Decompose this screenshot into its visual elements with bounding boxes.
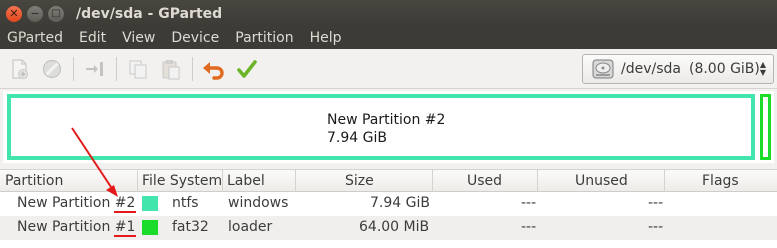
maximize-icon: □ [51, 7, 61, 19]
close-icon: ✕ [9, 7, 19, 20]
resize-move-button[interactable] [81, 55, 109, 83]
column-header-partition[interactable]: Partition [5, 173, 63, 189]
menu-help[interactable]: Help [302, 30, 350, 46]
column-divider [222, 170, 223, 192]
chevron-updown-icon: ▲ ▼ [759, 60, 766, 77]
partition-unused: --- [648, 219, 664, 235]
hard-disk-icon [592, 59, 614, 79]
column-header-unused[interactable]: Unused [575, 173, 628, 189]
toolbar-separator [192, 56, 193, 81]
red-underline-annotation [113, 235, 137, 237]
partition-used: --- [521, 195, 537, 211]
filesystem: ntfs [172, 195, 199, 211]
partition-graphic-1[interactable] [760, 94, 771, 160]
menu-bar: GParted Edit View Device Partition Help [0, 27, 777, 49]
paste-icon [162, 59, 180, 79]
column-divider [432, 170, 433, 192]
new-partition-icon [12, 58, 28, 79]
filesystem-color-swatch [142, 196, 158, 211]
undo-icon [203, 61, 224, 80]
toolbar-separator [73, 56, 74, 81]
column-header-flags[interactable]: Flags [702, 173, 739, 189]
copy-icon [129, 60, 147, 78]
device-path: /dev/sda [621, 61, 681, 77]
red-underline-annotation [113, 211, 137, 213]
menu-view[interactable]: View [114, 30, 163, 46]
menu-partition[interactable]: Partition [227, 30, 301, 46]
partition-size: 64.00 MiB [359, 219, 430, 235]
minimize-window-button[interactable]: − [27, 5, 43, 22]
column-header-size[interactable]: Size [345, 173, 374, 189]
toolbar: /dev/sda (8.00 GiB) ▲ ▼ [0, 49, 777, 89]
menu-device[interactable]: Device [163, 30, 227, 46]
disk-visualization: New Partition #2 7.94 GiB [3, 91, 774, 163]
partition-used: --- [521, 219, 537, 235]
delete-partition-button[interactable] [38, 55, 66, 83]
apply-button[interactable] [233, 55, 261, 83]
partition-name: New Partition #1 [17, 219, 137, 237]
column-divider [295, 170, 296, 192]
partition-graphic-2[interactable]: New Partition #2 7.94 GiB [7, 94, 755, 160]
column-header-used[interactable]: Used [467, 173, 502, 189]
copy-button[interactable] [124, 55, 152, 83]
title-bar: ✕ − □ /dev/sda - GParted [0, 0, 777, 27]
filesystem: fat32 [172, 219, 209, 235]
device-selector[interactable]: /dev/sda (8.00 GiB) ▲ ▼ [582, 54, 774, 84]
device-size: (8.00 GiB) [688, 61, 760, 77]
minimize-icon: − [30, 7, 40, 20]
column-divider [664, 170, 665, 192]
column-divider [537, 170, 538, 192]
close-window-button[interactable]: ✕ [6, 5, 22, 22]
partition-label: windows [228, 195, 289, 211]
table-row[interactable]: New Partition #1 fat32 loader 64.00 MiB … [0, 216, 777, 240]
filesystem-color-swatch [142, 220, 158, 235]
resize-move-icon [86, 61, 103, 76]
column-header-label[interactable]: Label [227, 173, 265, 189]
partition-size: 7.94 GiB [370, 195, 430, 211]
partition-table: Partition File System Label Size Used Un… [0, 169, 777, 248]
partition-graphic-size: 7.94 GiB [327, 130, 387, 146]
menu-edit[interactable]: Edit [71, 30, 114, 46]
apply-icon [237, 59, 257, 78]
partition-unused: --- [648, 195, 664, 211]
window-title: /dev/sda - GParted [76, 5, 223, 22]
delete-icon [42, 59, 62, 78]
column-header-filesystem[interactable]: File System [142, 173, 222, 189]
maximize-window-button[interactable]: □ [48, 5, 64, 22]
toolbar-separator [116, 56, 117, 81]
paste-button[interactable] [157, 55, 185, 83]
menu-gparted[interactable]: GParted [0, 30, 71, 46]
undo-button[interactable] [200, 55, 228, 83]
column-divider [137, 170, 138, 192]
new-partition-button[interactable] [5, 55, 33, 83]
partition-graphic-name: New Partition #2 [327, 112, 446, 128]
partition-name: New Partition #2 [17, 195, 137, 213]
table-row[interactable]: New Partition #2 ntfs windows 7.94 GiB -… [0, 192, 777, 216]
table-header: Partition File System Label Size Used Un… [0, 169, 777, 192]
partition-label: loader [228, 219, 273, 235]
